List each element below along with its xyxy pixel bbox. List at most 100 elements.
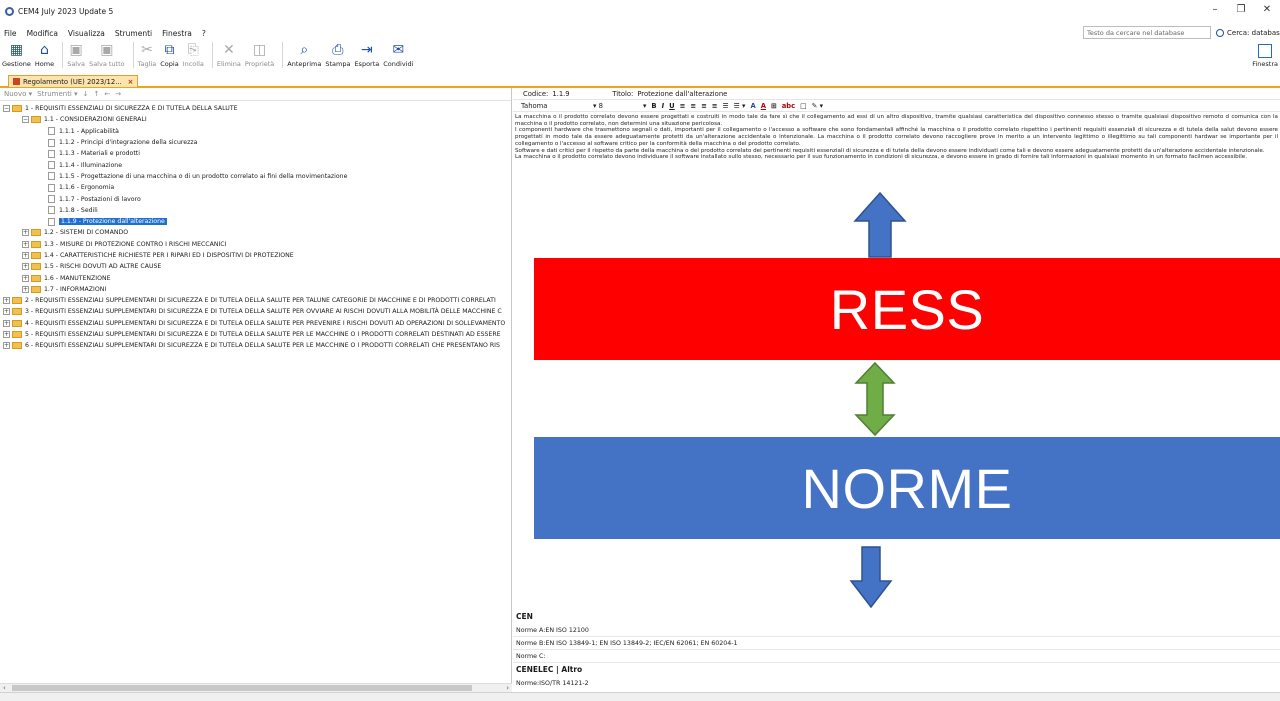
salva-tutto-button[interactable]: ▣ Salva tutto [89,42,125,68]
menu-finestra[interactable]: Finestra [162,29,192,38]
font-color-button[interactable]: A [750,102,755,110]
move-left-icon[interactable]: ← [104,90,110,98]
tree-row[interactable]: 1.1.9 - Protezione dall'alterazione [0,216,511,227]
scrollbar-thumb[interactable] [12,685,472,691]
salva-button[interactable]: ▣ Salva [67,42,85,68]
bullet-list-button[interactable]: ☰ [722,102,728,110]
tree-row[interactable]: +5 - REQUISITI ESSENZIALI SUPPLEMENTARI … [0,329,511,340]
bold-button[interactable]: B [651,102,656,110]
home-button[interactable]: ⌂ Home [35,42,54,68]
scroll-right-icon[interactable]: › [506,684,509,692]
justify-button[interactable]: ≡ [712,102,718,110]
toolbar-divider [211,42,213,68]
expand-icon[interactable]: + [3,308,10,316]
taglia-button[interactable]: ✂ Taglia [138,42,157,68]
tree-row[interactable]: 1.1.1 - Applicabilità [0,126,511,137]
gestione-button[interactable]: ▦ Gestione [2,42,31,68]
copia-button[interactable]: ⧉ Copia [160,42,178,68]
tree-row[interactable]: +1.2 - SISTEMI DI COMANDO [0,227,511,238]
proprieta-button[interactable]: ◫ Proprietà [245,42,274,68]
tools-dropdown-button[interactable]: ✎ ▾ [812,102,823,110]
insert-table-button[interactable]: ⊞ [771,102,777,110]
tree-row[interactable]: +2 - REQUISITI ESSENZIALI SUPPLEMENTARI … [0,295,511,306]
move-down-icon[interactable]: ↓ [83,90,89,98]
expand-icon[interactable]: + [22,285,29,293]
font-size-select[interactable]: ▾ 8 [593,102,643,110]
close-tab-icon[interactable]: × [128,78,134,86]
collapse-icon[interactable]: − [3,105,10,113]
expand-icon[interactable]: + [3,319,10,327]
menu-help[interactable]: ? [202,29,206,38]
esporta-button[interactable]: ⇥ Esporta [354,42,379,68]
font-family-select[interactable]: Tahoma [521,102,593,110]
highlight-color-button[interactable]: A [761,102,766,110]
maximize-icon[interactable]: ❐ [1228,4,1254,15]
norme-c-row[interactable]: Norme C: [513,650,1280,663]
document-tab[interactable]: Regolamento (UE) 2023/12... × [8,75,139,87]
underline-button[interactable]: U [669,102,675,110]
norme-b-row[interactable]: Norme B:EN ISO 13849-1; EN ISO 13849-2; … [513,637,1280,650]
database-search-input[interactable]: Testo da cercare nel database [1083,26,1211,39]
tree-row[interactable]: +1.7 - INFORMAZIONI [0,284,511,295]
tree-row[interactable]: 1.1.7 - Postazioni di lavoro [0,193,511,204]
norme-other-row[interactable]: Norme:ISO/TR 14121-2 [513,677,1280,690]
tree-row[interactable]: 1.1.5 - Progettazione di una macchina o … [0,171,511,182]
close-icon[interactable]: ✕ [1254,4,1280,15]
up-arrow-icon [853,191,907,258]
numbered-list-button[interactable]: ☰ ▾ [734,102,746,110]
tree-row[interactable]: +4 - REQUISITI ESSENZIALI SUPPLEMENTARI … [0,318,511,329]
collapse-icon[interactable]: − [22,116,29,124]
menu-modifica[interactable]: Modifica [27,29,58,38]
italic-button[interactable]: I [662,102,665,110]
salva-label: Salva [67,60,85,68]
nuovo-button[interactable]: Nuovo ▾ [4,90,32,98]
code-field[interactable]: 1.1.9 [552,90,612,98]
minimize-icon[interactable]: – [1202,4,1228,15]
align-center-button[interactable]: ≡ [690,102,696,110]
align-right-button[interactable]: ≡ [701,102,707,110]
format-dropdown-icon[interactable]: ▾ [643,102,646,110]
expand-icon[interactable]: + [22,263,29,271]
expand-icon[interactable]: + [22,252,29,259]
tree-row[interactable]: − 1 - REQUISITI ESSENZIALI DI SICUREZZA E… [0,103,511,114]
tree-row[interactable]: +1.4 - CARATTERISTICHE RICHIESTE PER I R… [0,250,511,261]
tree-row[interactable]: 1.1.2 - Principi d'integrazione della si… [0,137,511,148]
strumenti-button[interactable]: Strumenti ▾ [37,90,78,98]
elimina-button[interactable]: ✕ Elimina [217,42,241,68]
tree-row[interactable]: +6 - REQUISITI ESSENZIALI SUPPLEMENTARI … [0,340,511,351]
stampa-button[interactable]: ⎙ Stampa [325,42,350,68]
tree-row[interactable]: 1.1.6 - Ergonomia [0,182,511,193]
horizontal-scrollbar[interactable]: ‹ › [0,683,512,692]
expand-icon[interactable]: + [3,342,10,350]
tree-row[interactable]: − 1.1 - CONSIDERAZIONI GENERALI [0,114,511,125]
spellcheck-button[interactable]: abc [782,102,795,110]
title-field[interactable]: Protezione dall'alterazione [637,90,727,98]
expand-icon[interactable]: + [22,274,29,282]
expand-icon[interactable]: + [3,331,10,339]
finestra-button[interactable]: Finestra [1252,44,1278,68]
tree-row[interactable]: +1.3 - MISURE DI PROTEZIONE CONTRO I RIS… [0,239,511,250]
scroll-left-icon[interactable]: ‹ [3,684,6,692]
condividi-button[interactable]: ✉ Condividi [383,42,413,68]
tree-row[interactable]: 1.1.4 - Illuminazione [0,159,511,170]
expand-icon[interactable]: + [3,297,10,305]
expand-icon[interactable]: + [22,240,29,248]
incolla-button[interactable]: ⎘ Incolla [183,42,204,68]
tree-row[interactable]: 1.1.3 - Materiali e prodotti [0,148,511,159]
norme-a-row[interactable]: Norme A:EN ISO 12100 [513,624,1280,637]
insert-box-button[interactable]: □ [800,102,806,110]
search-database-button[interactable]: Cerca: database [1216,26,1280,39]
menu-strumenti[interactable]: Strumenti [115,29,152,38]
menu-file[interactable]: File [4,29,17,38]
move-right-icon[interactable]: → [115,90,121,98]
move-up-icon[interactable]: ↑ [94,90,100,98]
tree-row[interactable]: +1.5 - RISCHI DOVUTI AD ALTRE CAUSE [0,261,511,272]
tree-row[interactable]: 1.1.8 - Sedili [0,205,511,216]
tree-row[interactable]: +3 - REQUISITI ESSENZIALI SUPPLEMENTARI … [0,306,511,317]
requirement-text[interactable]: La macchina o il prodotto correlato devo… [513,112,1280,161]
anteprima-button[interactable]: ⌕ Anteprima [287,42,321,68]
tree-row[interactable]: +1.6 - MANUTENZIONE [0,272,511,283]
menu-visualizza[interactable]: Visualizza [68,29,105,38]
expand-icon[interactable]: + [22,229,29,237]
align-left-button[interactable]: ≡ [680,102,686,110]
